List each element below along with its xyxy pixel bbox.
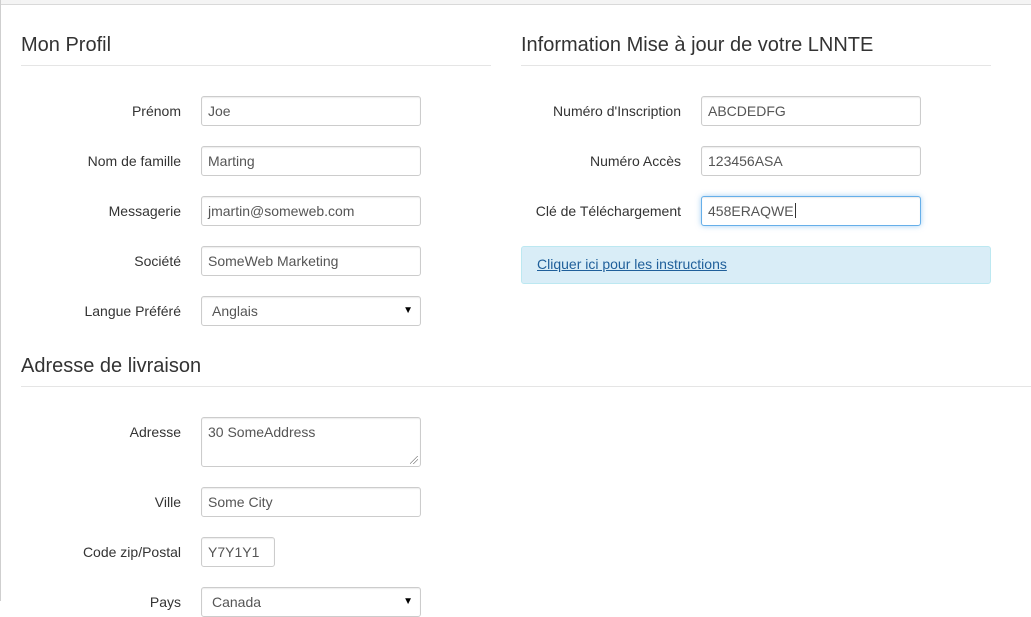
email-label: Messagerie	[108, 203, 181, 219]
profile-section-title: Mon Profil	[21, 34, 112, 56]
window-top-border	[0, 0, 1031, 5]
access-number-input[interactable]: 123456ASA	[701, 146, 921, 176]
city-label: Ville	[154, 494, 181, 510]
country-label: Pays	[149, 594, 181, 610]
first-name-label: Prénom	[131, 103, 181, 119]
company-input[interactable]: SomeWeb Marketing	[201, 246, 421, 276]
language-label: Langue Préféré	[84, 303, 181, 319]
registration-number-value: ABCDEDFG	[708, 103, 786, 119]
profile-divider	[21, 65, 491, 66]
company-label: Société	[134, 253, 181, 269]
company-value: SomeWeb Marketing	[208, 253, 339, 269]
last-name-value: Marting	[208, 153, 255, 169]
registration-number-label: Numéro d'Inscription	[553, 103, 681, 119]
country-selected-value: Canada	[212, 594, 262, 610]
city-value: Some City	[208, 494, 273, 510]
email-input[interactable]: jmartin@someweb.com	[201, 196, 421, 226]
language-selected-value: Anglais	[212, 303, 258, 319]
last-name-label: Nom de famille	[87, 153, 181, 169]
shipping-divider	[21, 386, 1031, 387]
lnnte-divider	[521, 65, 991, 66]
address-label: Adresse	[129, 424, 181, 440]
instructions-alert: Cliquer ici pour les instructions	[521, 246, 991, 284]
access-number-value: 123456ASA	[708, 153, 783, 169]
country-select[interactable]: Canada ▼	[201, 587, 421, 617]
registration-number-input[interactable]: ABCDEDFG	[701, 96, 921, 126]
access-number-label: Numéro Accès	[589, 153, 681, 169]
postal-code-value: Y7Y1Y1	[208, 544, 260, 560]
window-left-border	[0, 0, 1, 601]
postal-code-input[interactable]: Y7Y1Y1	[201, 537, 275, 567]
email-value: jmartin@someweb.com	[208, 203, 355, 219]
address-textarea[interactable]: 30 SomeAddress	[201, 417, 421, 467]
instructions-link[interactable]: Cliquer ici pour les instructions	[537, 256, 727, 272]
language-select[interactable]: Anglais ▼	[201, 296, 421, 326]
download-key-label: Clé de Téléchargement	[535, 203, 681, 219]
text-cursor	[794, 203, 796, 218]
first-name-value: Joe	[208, 103, 231, 119]
first-name-input[interactable]: Joe	[201, 96, 421, 126]
city-input[interactable]: Some City	[201, 487, 421, 517]
shipping-section-title: Adresse de livraison	[21, 355, 202, 377]
download-key-value: 458ERAQWE	[708, 203, 794, 219]
postal-code-label: Code zip/Postal	[82, 544, 181, 560]
resize-grip-icon[interactable]	[410, 456, 418, 464]
dropdown-arrow-icon: ▼	[403, 596, 413, 607]
last-name-input[interactable]: Marting	[201, 146, 421, 176]
lnnte-section-title: Information Mise à jour de votre LNNTE	[521, 34, 874, 56]
dropdown-arrow-icon: ▼	[403, 305, 413, 316]
address-value: 30 SomeAddress	[208, 424, 316, 440]
download-key-input[interactable]: 458ERAQWE	[701, 196, 921, 226]
